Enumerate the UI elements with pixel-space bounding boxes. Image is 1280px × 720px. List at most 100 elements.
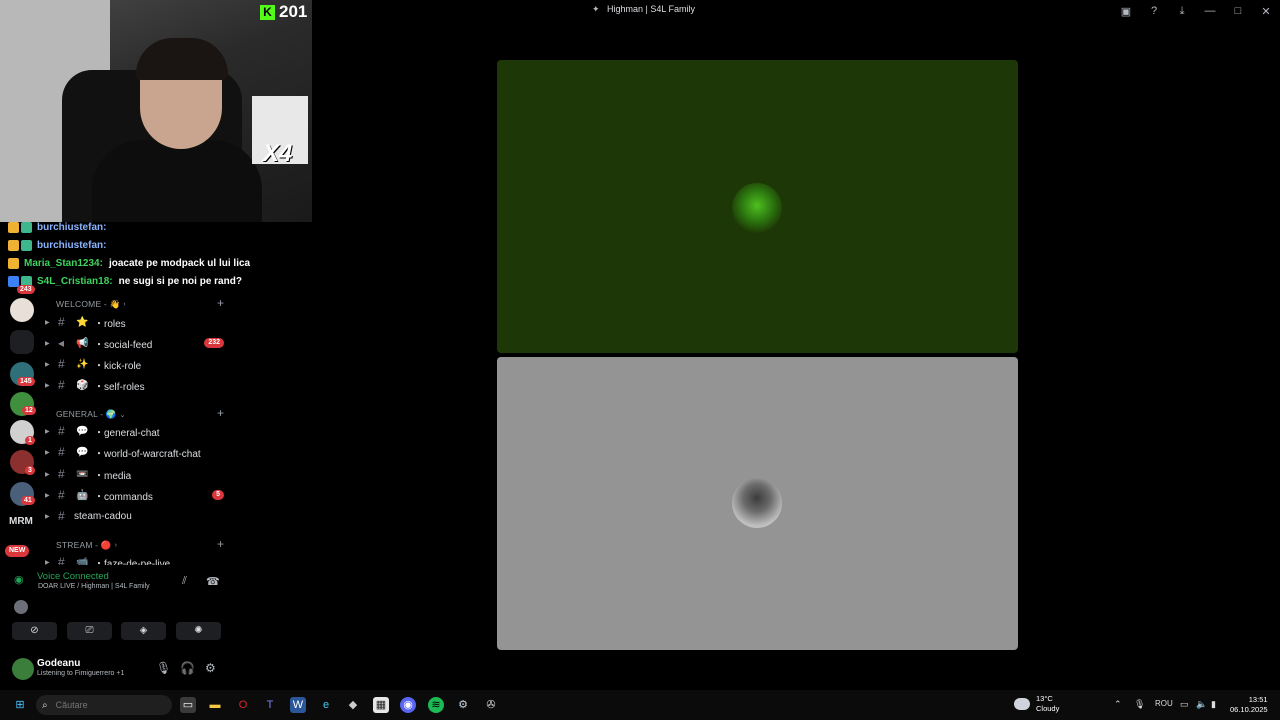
channel-emoji: 📢: [76, 337, 89, 349]
chat-username: S4L_Cristian18:: [37, 276, 113, 287]
folder-icon[interactable]: [10, 330, 34, 354]
screen-share-button[interactable]: ⎚: [67, 622, 112, 640]
channel-emoji: 💬: [76, 446, 89, 458]
search-input[interactable]: [55, 700, 156, 710]
hash-icon: #: [58, 555, 65, 565]
help-icon[interactable]: ?: [1140, 5, 1168, 17]
channel-item[interactable]: ▶ # 💬 ・general-chat: [44, 421, 234, 441]
category-label: GENERAL - 🌍: [56, 409, 117, 419]
steam-icon[interactable]: ⚙: [455, 697, 471, 713]
file-explorer-icon[interactable]: ▬: [207, 697, 223, 713]
subscriber-badge-icon: [21, 240, 32, 251]
channel-item[interactable]: ▶ ◂ 📢 ・social-feed 232: [44, 333, 234, 353]
user-panel: Godeanu Listening to Fimiguerrero +1 🎙 🎧…: [6, 652, 230, 688]
add-channel-icon[interactable]: +: [217, 296, 224, 310]
app-icon[interactable]: ✇: [483, 697, 499, 713]
new-badge: NEW: [5, 545, 30, 557]
channel-emoji: 💬: [76, 425, 89, 437]
channel-label: ・self-roles: [94, 381, 145, 393]
channel-emoji: 🎲: [76, 379, 89, 391]
clock-time: 13:51: [1248, 695, 1268, 704]
channel-list: WELCOME - 👋 › + ▶ # ⭐ ・roles ▶ ◂ 📢 ・soci…: [44, 290, 234, 565]
teams-icon[interactable]: T: [262, 697, 278, 713]
search-box[interactable]: ⌕: [36, 695, 172, 715]
video-tile[interactable]: [497, 357, 1018, 650]
activity-button[interactable]: ◈: [121, 622, 166, 640]
server-mrm[interactable]: MRM: [9, 516, 33, 527]
maximize-icon[interactable]: □: [1224, 5, 1252, 17]
overlay-sticker-label: X4: [263, 140, 293, 167]
weather-text: 13°C Cloudy: [1036, 694, 1059, 714]
channel-item[interactable]: ▶ # 📼 ・media: [44, 464, 234, 484]
username[interactable]: Godeanu: [37, 658, 80, 669]
category-welcome[interactable]: WELCOME - 👋 ›: [56, 299, 126, 310]
language-indicator[interactable]: ROU: [1155, 699, 1173, 708]
noise-suppression-icon[interactable]: ⫽: [182, 575, 187, 588]
participant-avatar: [732, 478, 782, 528]
search-icon: ⌕: [42, 699, 48, 711]
microphone-icon[interactable]: 🎙: [1134, 699, 1145, 710]
discord-icon[interactable]: ◉: [400, 697, 416, 713]
server-icon[interactable]: [10, 298, 34, 322]
window-title-text: Highman | S4L Family: [607, 4, 696, 14]
opera-icon[interactable]: O: [235, 697, 251, 713]
weather-widget[interactable]: 13°C Cloudy: [1014, 694, 1059, 714]
chevron-up-icon[interactable]: ⌃: [1114, 699, 1122, 710]
channel-item[interactable]: ▶ # ⭐ ・roles: [44, 312, 234, 332]
crown-badge-icon: [8, 258, 19, 269]
chat-username: Maria_Stan1234:: [24, 258, 103, 269]
close-icon[interactable]: ✕: [1252, 5, 1280, 18]
network-icon[interactable]: ▭: [1180, 699, 1189, 710]
channel-item[interactable]: ▶ # 📹 ・faze-de-pe-live: [44, 552, 234, 565]
microphone-icon[interactable]: 🎙: [156, 661, 171, 675]
battery-icon[interactable]: ▮: [1211, 699, 1216, 710]
unread-badge: 41: [21, 496, 35, 505]
hash-icon: #: [58, 378, 65, 392]
app-icon[interactable]: ◆: [345, 697, 361, 713]
windows-start-icon[interactable]: ⊞: [12, 697, 28, 713]
category-stream[interactable]: STREAM - 🔴 ›: [56, 540, 117, 551]
weather-temp: 13°C: [1036, 694, 1053, 703]
speaker-avatar[interactable]: [14, 600, 28, 614]
spotify-icon[interactable]: ≋: [428, 697, 444, 713]
channel-item[interactable]: ▶ # ✨ ・kick-role: [44, 354, 234, 374]
caret-icon: ▶: [45, 471, 50, 478]
channel-emoji: 📼: [76, 468, 89, 480]
gear-icon[interactable]: ⚙: [205, 661, 216, 675]
edge-icon[interactable]: e: [318, 697, 334, 713]
channel-label: ・roles: [94, 318, 126, 330]
chat-message: ne sugi si pe noi pe rand?: [118, 276, 242, 287]
channel-label: ・media: [94, 470, 132, 482]
download-icon[interactable]: ⤓: [1168, 5, 1196, 18]
soundboard-button[interactable]: ✺: [176, 622, 221, 640]
voice-panel: ◉ Voice Connected DOAR LIVE / Highman | …: [6, 565, 230, 651]
channel-label: ・general-chat: [94, 427, 160, 439]
channel-item[interactable]: ▶ # 🎲 ・self-roles: [44, 375, 234, 395]
volume-icon[interactable]: 🔈: [1196, 699, 1207, 710]
chat-username: burchiustefan:: [37, 240, 107, 251]
chevron-right-icon: ›: [123, 301, 126, 308]
chat-username: burchiustefan:: [37, 222, 107, 233]
disconnect-icon[interactable]: ☎: [206, 575, 220, 588]
add-channel-icon[interactable]: +: [217, 537, 224, 551]
avatar[interactable]: [12, 658, 34, 680]
add-channel-icon[interactable]: +: [217, 406, 224, 420]
webcam-person-hair: [136, 38, 228, 80]
word-icon[interactable]: W: [290, 697, 306, 713]
screen-share-icon[interactable]: ▣: [1112, 5, 1140, 18]
headphones-icon[interactable]: 🎧: [180, 661, 195, 675]
channel-item[interactable]: ▶ # steam-cadou: [44, 506, 234, 526]
task-view-icon[interactable]: ▭: [180, 697, 196, 713]
minimize-icon[interactable]: —: [1196, 5, 1224, 17]
category-general[interactable]: GENERAL - 🌍 ⌄: [56, 409, 126, 420]
clock[interactable]: 13:51 06.10.2025: [1230, 695, 1268, 715]
caret-icon: ▶: [45, 319, 50, 326]
channel-item[interactable]: ▶ # 🤖 ・commands 5: [44, 485, 234, 505]
camera-off-button[interactable]: ⊘: [12, 622, 57, 640]
channel-item[interactable]: ▶ # 💬 ・world-of-warcraft-chat: [44, 442, 234, 462]
voice-status: Voice Connected: [37, 571, 109, 582]
voice-location[interactable]: DOAR LIVE / Highman | S4L Family: [38, 583, 150, 590]
store-icon[interactable]: ▦: [373, 697, 389, 713]
signal-icon[interactable]: ◉: [14, 573, 24, 586]
video-tile[interactable]: [497, 60, 1018, 353]
